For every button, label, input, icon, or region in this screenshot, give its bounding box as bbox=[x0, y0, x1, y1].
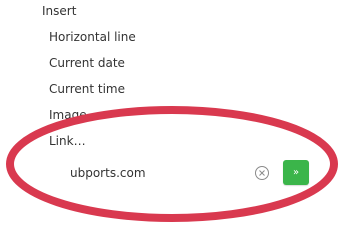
insert-menu: Horizontal line Current date Current tim… bbox=[49, 29, 136, 159]
link-entry-row: » bbox=[62, 160, 312, 186]
menu-item-current-time[interactable]: Current time bbox=[49, 81, 136, 107]
menu-item-image[interactable]: Image… bbox=[49, 107, 136, 133]
clear-input-button[interactable] bbox=[254, 165, 270, 181]
menu-item-current-date[interactable]: Current date bbox=[49, 55, 136, 81]
link-url-input[interactable] bbox=[62, 160, 250, 186]
clear-circle-icon bbox=[255, 166, 269, 180]
menu-item-link[interactable]: Link… bbox=[49, 133, 136, 159]
insert-menu-header: Insert bbox=[42, 4, 77, 18]
insert-link-button[interactable]: » bbox=[283, 160, 309, 185]
menu-item-horizontal-line[interactable]: Horizontal line bbox=[49, 29, 136, 55]
